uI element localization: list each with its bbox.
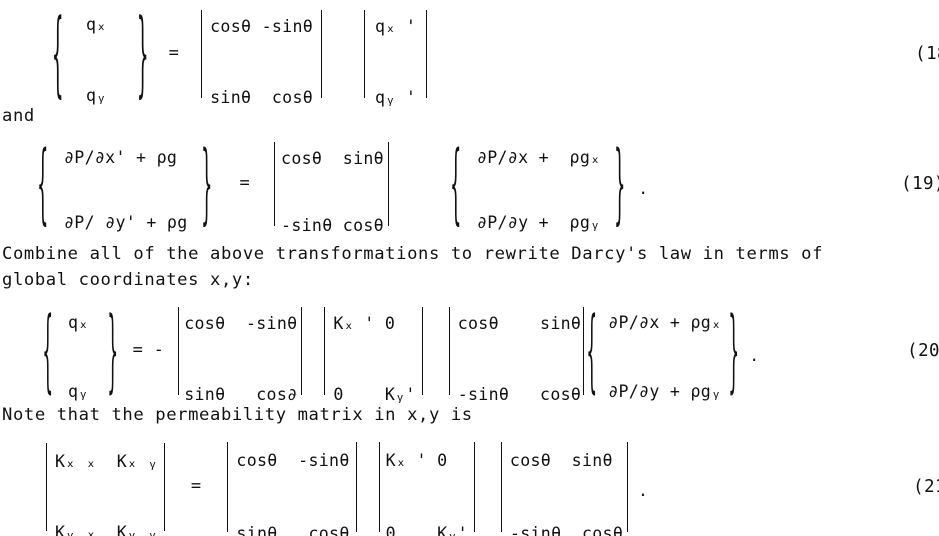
curly-brace-right-icon: }	[200, 131, 213, 237]
eq19-global-row-2: ∂P/∂y + ρgᵧ	[476, 212, 601, 232]
curly-brace-left-icon: {	[450, 131, 462, 237]
curly-brace-right-icon: }	[136, 0, 149, 110]
eq21-rotation-matrix-1: cosθ -sinθ sinθ cosθ	[227, 442, 357, 536]
eq20-rot1-row-1: cosθ -sinθ	[184, 314, 298, 333]
eq21-local-permeability-matrix: Kₓ ' 0 0 Kᵧ'	[378, 442, 475, 536]
eq18-lhs-vector: { qₓ qᵧ }	[48, 0, 153, 110]
eq20-perm-row-1: Kₓ ' 0	[333, 314, 396, 333]
eq19-lhs-row-2: ∂P/ ∂y' + ρg	[64, 212, 188, 232]
eq18-lhs-row-1: qₓ	[86, 15, 107, 34]
eq21-rot1-row-1: cosθ -sinθ	[236, 451, 350, 470]
curly-brace-right-icon: }	[613, 131, 626, 237]
curly-brace-left-icon: {	[42, 297, 54, 405]
matrix-bar-right	[627, 442, 629, 532]
eq21-rot2-row-1: cosθ sinθ	[509, 451, 613, 470]
eq21-rot2-row-2: -sinθ cosθ	[509, 523, 624, 536]
curly-brace-left-icon: {	[52, 0, 64, 110]
eq18-lhs-row-2: qᵧ	[86, 85, 107, 105]
eq19-lhs-row-1: ∂P/∂x' + ρg	[64, 148, 178, 167]
eq20-trailing-period: .	[749, 346, 760, 365]
eq20-rot1-row-2: sinθ cos∂	[184, 384, 298, 404]
curly-brace-right-icon: }	[727, 297, 739, 405]
eq19-matrix-row-2: -sinθ cosθ	[281, 215, 384, 235]
eq18-rotation-matrix: cosθ -sinθ sinθ cosθ	[201, 10, 323, 106]
note-line: Note that the permeability matrix in x,y…	[2, 405, 473, 425]
equation-number-20: (20)	[907, 341, 939, 361]
eq19-trailing-period: .	[638, 179, 649, 198]
eq18-local-flux-vector: qₓ ' qᵧ '	[364, 10, 428, 106]
matrix-bar-right	[321, 10, 323, 98]
eq20-lhs-row-2: qᵧ	[68, 381, 89, 401]
eq20-permeability-matrix: Kₓ ' 0 0 Kᵧ'	[324, 307, 423, 403]
eq18-matrix-row-1: cosθ -sinθ	[210, 17, 314, 36]
eq21-perm-row-1: Kₓ ' 0	[385, 451, 448, 470]
eq21-relation: =	[190, 476, 202, 497]
equation-21: Kₓ ₓ Kₓ ᵧ Kᵧ ₓ Kᵧ ᵧ = cosθ -sinθ sinθ co…	[0, 440, 939, 536]
eq18-local-row-2: qᵧ '	[375, 87, 417, 107]
matrix-bar-right	[163, 443, 165, 531]
equation-18: { qₓ qᵧ } = cosθ -sinθ sinθ cosθ qₓ ' qᵧ…	[0, 0, 939, 110]
eq21-rotation-matrix-2: cosθ sinθ -sinθ cosθ	[500, 442, 629, 536]
eq19-rotation-matrix: cosθ sinθ -sinθ cosθ	[274, 142, 389, 234]
equation-number-21: (21)	[913, 477, 939, 497]
eq20-global-row-2: ∂P/∂y + ρgᵧ	[608, 381, 722, 401]
matrix-bar-right	[421, 307, 423, 395]
eq21-trailing-period: .	[638, 481, 648, 500]
equation-20: { qₓ qᵧ } = - cosθ -sinθ sinθ cos∂ Kₓ '	[0, 297, 939, 405]
eq20-perm-row-2: 0 Kᵧ'	[333, 384, 416, 404]
eq19-global-row-1: ∂P/∂x + ρgₓ	[476, 148, 601, 167]
combine-line-2: global coordinates x,y:	[2, 270, 254, 290]
matrix-bar-right	[473, 442, 475, 532]
eq19-matrix-row-1: cosθ sinθ	[281, 149, 384, 168]
curly-brace-left-icon: {	[37, 131, 49, 237]
eq20-lhs-row-1: qₓ	[68, 313, 89, 332]
combine-line-1: Combine all of the above transformations…	[2, 244, 824, 264]
eq20-relation: = -	[132, 340, 165, 361]
eq18-matrix-row-2: sinθ cosθ	[210, 87, 314, 107]
curly-brace-right-icon: }	[107, 297, 119, 405]
document-page: { qₓ qᵧ } = cosθ -sinθ sinθ cosθ qₓ ' qᵧ…	[0, 0, 939, 536]
eq20-rot2-row-2: -sinθ cosθ	[457, 384, 582, 404]
eq20-rot2-row-1: cosθ sinθ	[457, 314, 582, 333]
eq20-lhs-vector: { qₓ qᵧ }	[40, 297, 121, 405]
matrix-bar-right	[426, 10, 428, 98]
eq21-lhs-row-2: Kᵧ ₓ Kᵧ ᵧ	[55, 522, 158, 536]
eq21-perm-row-2: 0 Kᵧ'	[385, 523, 468, 536]
eq20-rotation-matrix-2: cosθ sinθ -sinθ cosθ	[448, 307, 585, 403]
matrix-bar-right	[355, 442, 357, 532]
eq19-relation: =	[239, 173, 251, 194]
and-line: and	[2, 106, 35, 126]
matrix-bar-right	[301, 307, 303, 395]
eq18-local-row-1: qₓ '	[375, 17, 417, 36]
eq19-global-gradient-vector: { ∂P/∂x + ρgₓ ∂P/∂y + ρgᵧ }	[447, 131, 628, 237]
equation-19: { ∂P/∂x' + ρg ∂P/ ∂y' + ρg } = cosθ sinθ…	[0, 131, 939, 237]
equation-number-18: (18)	[915, 44, 939, 64]
eq21-lhs-row-1: Kₓ ₓ Kₓ ᵧ	[55, 452, 158, 471]
curly-brace-left-icon: {	[586, 297, 598, 405]
eq21-lhs-permeability-matrix: Kₓ ₓ Kₓ ᵧ Kᵧ ₓ Kᵧ ᵧ	[46, 443, 165, 536]
eq18-relation: =	[168, 43, 180, 64]
eq21-rot1-row-2: sinθ cosθ	[236, 523, 350, 536]
eq20-global-row-1: ∂P/∂x + ρgₓ	[608, 313, 722, 332]
eq20-global-gradient-vector: { ∂P/∂x + ρgₓ ∂P/∂y + ρgᵧ }	[584, 297, 741, 405]
eq20-rotation-matrix-1: cosθ -sinθ sinθ cos∂	[178, 307, 303, 403]
eq19-lhs-vector: { ∂P/∂x' + ρg ∂P/ ∂y' + ρg }	[34, 131, 215, 237]
equation-number-19: (19)	[901, 174, 939, 194]
matrix-bar-right	[387, 142, 389, 226]
